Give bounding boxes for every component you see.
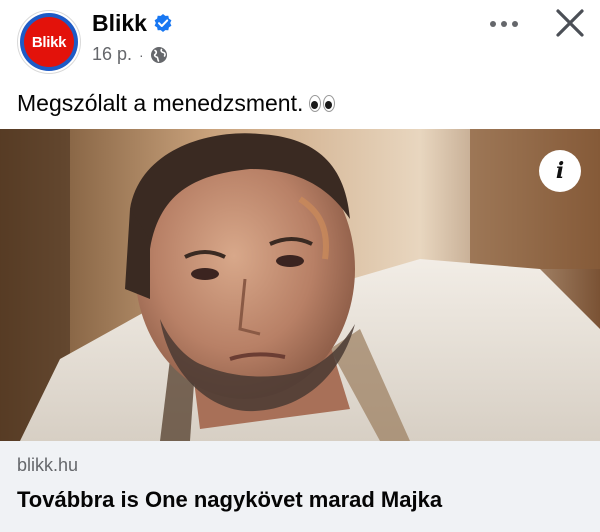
post-message-text: Megszólalt a menedzsment. [17,90,304,116]
meta-separator: · [139,46,144,63]
page-name[interactable]: Blikk [92,9,147,37]
avatar-logo: Blikk [24,17,74,67]
post-meta: 16 p. · [92,44,168,65]
link-title[interactable]: Továbbra is One nagykövet marad Majka [17,486,442,514]
eye-right [323,94,336,112]
link-preview-image[interactable] [0,129,600,441]
avatar-logo-text: Blikk [31,33,67,51]
page-name-row: Blikk [92,9,173,37]
page-avatar[interactable]: Blikk [17,10,81,74]
more-dot [512,21,518,27]
more-options-icon[interactable] [484,12,524,36]
info-icon[interactable]: i [539,150,581,192]
post-header: Blikk Blikk 16 p. · [0,0,600,80]
eye-left [309,94,322,112]
eyes-icon [309,94,336,112]
avatar-ring: Blikk [20,13,78,71]
more-dot [501,21,507,27]
globe-icon[interactable] [150,46,168,64]
link-preview-card[interactable]: blikk.hu Továbbra is One nagykövet marad… [0,441,600,532]
verified-badge-icon [153,13,173,33]
post-message: Megszólalt a menedzsment. [17,88,336,118]
more-dot [490,21,496,27]
close-icon[interactable] [552,5,588,41]
post-timestamp[interactable]: 16 p. [92,44,132,65]
link-domain: blikk.hu [17,455,79,475]
